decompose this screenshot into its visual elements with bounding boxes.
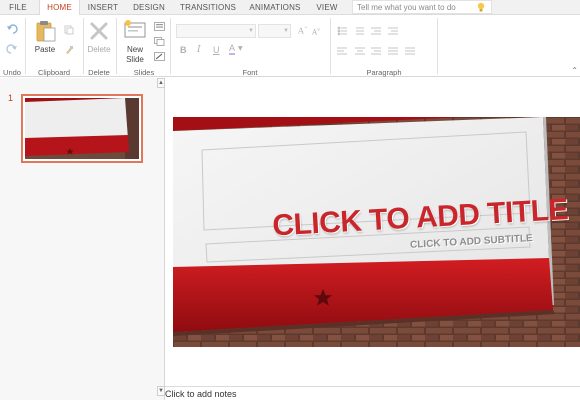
font-group-label: Font [242, 68, 258, 77]
new-slide-label-line2[interactable]: Slide [120, 55, 150, 64]
scroll-up-icon[interactable]: ▲ [157, 78, 165, 88]
chevron-down-icon: ▼ [283, 28, 289, 34]
delete-group-label: Delete [88, 68, 110, 77]
scroll-down-icon[interactable]: ▼ [157, 386, 165, 396]
tab-home[interactable]: HOME [39, 0, 80, 16]
paste-button-label[interactable]: Paste [30, 45, 60, 54]
new-slide-label-line1[interactable]: New [120, 45, 150, 54]
collapse-ribbon-icon[interactable]: ⌃ [571, 66, 578, 75]
slide-thumbnail-preview [25, 98, 139, 159]
group-divider [170, 18, 171, 74]
new-slide-icon[interactable] [124, 20, 146, 38]
duplicate-icon[interactable] [154, 37, 165, 46]
slides-group-label: Slides [133, 68, 155, 77]
lightbulb-icon [477, 2, 485, 12]
tab-insert[interactable]: INSERT [82, 0, 124, 15]
font-size-combo[interactable]: ▼ [258, 24, 291, 38]
group-divider [330, 18, 331, 74]
bold-button[interactable]: B [180, 45, 187, 55]
group-divider [116, 18, 117, 74]
slide-thumbnail[interactable] [21, 94, 143, 163]
font-name-combo[interactable]: ▼ [176, 24, 256, 38]
undo-icon[interactable] [6, 24, 18, 34]
notes-placeholder[interactable]: Click to add notes [165, 389, 237, 399]
tab-animations[interactable]: ANIMATIONS [244, 0, 306, 15]
slide-number: 1 [8, 93, 14, 103]
reset-icon[interactable] [154, 52, 165, 61]
group-divider [25, 18, 26, 74]
delete-icon[interactable] [89, 21, 109, 41]
group-divider [437, 18, 438, 74]
redo-icon[interactable] [6, 44, 18, 54]
clipboard-group-label: Clipboard [37, 68, 71, 77]
font-color-button[interactable]: A [229, 44, 236, 55]
tab-file[interactable]: FILE [0, 0, 36, 15]
layout-icon[interactable] [154, 22, 165, 31]
paste-icon[interactable] [36, 20, 56, 42]
ribbon: Undo Paste Clipboard Delete Delete New S… [0, 15, 580, 77]
tab-design[interactable]: DESIGN [127, 0, 171, 15]
list-buttons[interactable] [337, 26, 417, 36]
copy-icon[interactable] [64, 25, 74, 35]
undo-group-label: Undo [3, 68, 21, 77]
delete-button-label[interactable]: Delete [84, 45, 114, 54]
tab-transitions[interactable]: TRANSITIONS [176, 0, 240, 15]
paragraph-group-label: Paragraph [366, 68, 402, 77]
slide-thumbnail-pane: 1 [0, 78, 165, 400]
chevron-down-icon: ▼ [248, 28, 254, 34]
chevron-down-icon[interactable]: ▼ [238, 45, 243, 52]
vertical-scrollbar[interactable]: ▲ ▼ [157, 78, 165, 396]
slide-canvas[interactable]: CLICK TO ADD TITLE CLICK TO ADD SUBTITLE [173, 117, 580, 347]
tell-me-input[interactable] [353, 1, 471, 13]
tab-view[interactable]: VIEW [311, 0, 343, 15]
notes-pane[interactable]: Click to add notes [165, 386, 580, 400]
alignment-buttons[interactable] [337, 46, 427, 56]
grow-font-icon[interactable]: A^ [298, 26, 308, 36]
underline-button[interactable]: U [213, 45, 220, 55]
format-painter-icon[interactable] [64, 45, 74, 55]
ribbon-tab-bar: FILE HOME INSERT DESIGN TRANSITIONS ANIM… [0, 0, 580, 16]
italic-button[interactable]: I [197, 45, 201, 55]
tell-me-box[interactable] [352, 0, 492, 14]
shrink-font-icon[interactable]: Av [312, 27, 320, 36]
